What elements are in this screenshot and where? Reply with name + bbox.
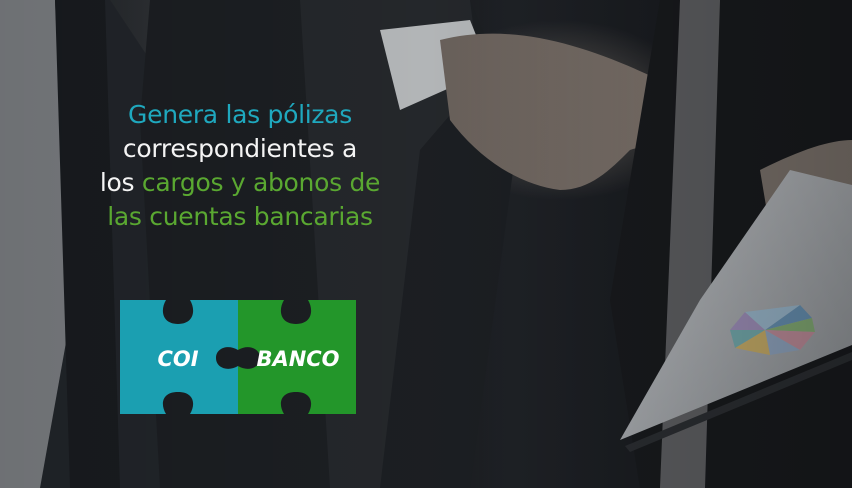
headline-line-1: Genera las pólizas [128, 100, 352, 129]
headline-line-2: correspondientes a [122, 134, 358, 163]
headline-line-3-white: los [99, 168, 142, 197]
headline-line-4: las cuentas bancarias [107, 202, 373, 231]
headline-line-3: los cargos y abonos de [60, 166, 420, 200]
headline: Genera las pólizas correspondientes a lo… [60, 98, 420, 234]
headline-line-3-green: cargos y abonos de [141, 168, 381, 197]
coi-label: COI [157, 347, 198, 371]
hero-banner: Genera las pólizas correspondientes a lo… [0, 0, 852, 488]
coi-banco-puzzle-logo: COI BANCO [120, 300, 356, 414]
banco-label: BANCO [256, 347, 339, 371]
